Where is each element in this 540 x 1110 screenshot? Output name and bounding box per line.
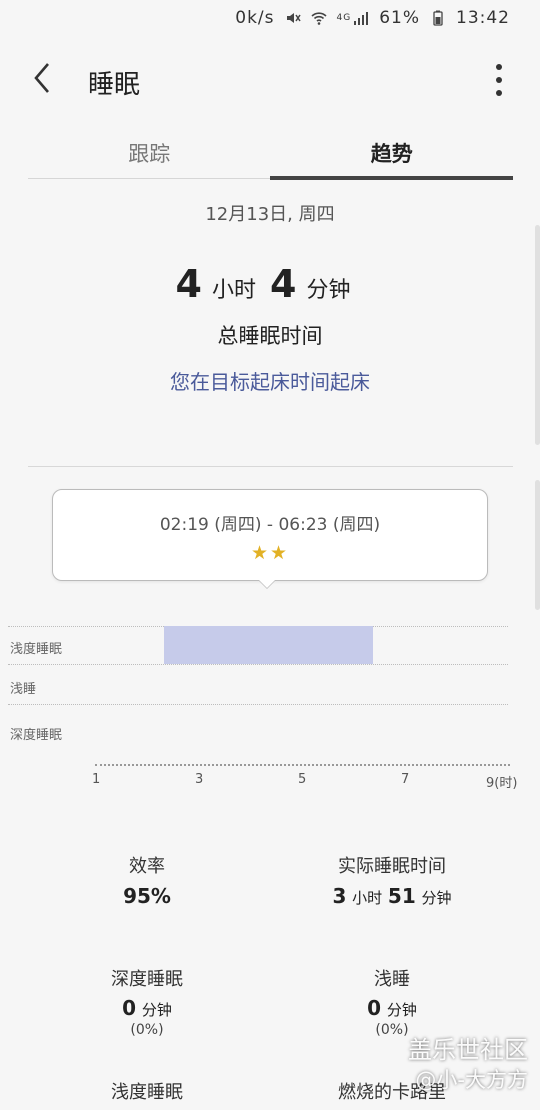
deep-unit: 分钟 xyxy=(141,1001,172,1019)
level-label-shallow: 浅度睡眠 xyxy=(10,642,63,657)
signal-icon xyxy=(354,12,369,25)
grid-line xyxy=(8,664,508,665)
deep-sleep-percent: (0%) xyxy=(130,1022,164,1038)
deep-sleep-value: 0 分钟 xyxy=(12,996,282,1020)
level-label-deep: 深度睡眠 xyxy=(10,728,63,743)
shallow-sleep-label: 浅度睡眠 xyxy=(111,1082,183,1103)
actual-sleep-label: 实际睡眠时间 xyxy=(338,856,446,877)
hours-unit: 小时 xyxy=(211,278,256,303)
tooltip-pointer xyxy=(258,579,276,588)
minutes-unit: 分钟 xyxy=(306,278,351,303)
back-arrow-icon[interactable] xyxy=(30,60,54,96)
page-title: 睡眠 xyxy=(88,70,141,100)
grid-line xyxy=(8,704,508,705)
efficiency-label: 效率 xyxy=(129,856,165,877)
wake-up-note: 您在目标起床时间起床 xyxy=(170,370,370,394)
battery-icon xyxy=(433,10,443,26)
minutes-value: 4 xyxy=(270,262,297,306)
x-axis xyxy=(95,764,510,766)
star-rating-icon: ★★ xyxy=(250,542,290,564)
deep-sleep-label: 深度睡眠 xyxy=(111,969,183,990)
date-label: 12月13日, 周四 xyxy=(205,204,335,225)
tab-active-indicator xyxy=(270,176,513,180)
efficiency-value: 95% xyxy=(12,884,282,908)
watermark-author: @小-大方方 xyxy=(415,1068,528,1092)
sleep-session-tooltip: 02:19 (周四) - 06:23 (周四) ★★ xyxy=(52,489,488,581)
actual-minutes-unit: 分钟 xyxy=(421,889,452,907)
sleep-time-range: 02:19 (周四) - 06:23 (周四) xyxy=(159,515,381,535)
actual-hours: 3 xyxy=(332,884,347,908)
network-speed: 0k/s xyxy=(235,8,275,28)
x-tick-label: 9(时) xyxy=(486,776,518,791)
clock: 13:42 xyxy=(456,8,510,28)
light-unit: 分钟 xyxy=(386,1001,417,1019)
tab-tracking[interactable]: 跟踪 xyxy=(28,130,271,180)
battery-percent: 61% xyxy=(379,8,420,28)
scrollbar[interactable] xyxy=(535,225,540,445)
sleep-segment-bar[interactable] xyxy=(164,626,373,664)
wifi-icon xyxy=(310,12,327,25)
light-minutes: 0 xyxy=(367,996,382,1020)
x-tick-label: 7 xyxy=(401,772,410,787)
mute-icon xyxy=(286,13,301,23)
watermark-title: 盖乐世社区 xyxy=(408,1036,528,1064)
hours-value: 4 xyxy=(175,262,202,306)
total-sleep-duration: 4 小时 4 分钟 xyxy=(0,262,540,306)
light-sleep-value: 0 分钟 xyxy=(257,996,527,1020)
scrollbar[interactable] xyxy=(535,480,540,610)
actual-sleep-value: 3 小时 51 分钟 xyxy=(257,884,527,908)
level-label-light: 浅睡 xyxy=(10,682,37,697)
tab-trends[interactable]: 趋势 xyxy=(271,130,514,180)
x-tick-label: 1 xyxy=(92,772,101,787)
light-sleep-label: 浅睡 xyxy=(374,969,410,990)
efficiency-number: 95% xyxy=(123,884,171,908)
total-sleep-label: 总睡眠时间 xyxy=(217,324,323,348)
actual-minutes: 51 xyxy=(387,884,416,908)
more-options-icon[interactable] xyxy=(494,64,504,96)
deep-minutes: 0 xyxy=(122,996,137,1020)
divider xyxy=(28,466,513,467)
x-tick-label: 5 xyxy=(298,772,307,787)
tab-bar: 跟踪 趋势 xyxy=(28,130,513,180)
status-bar: 0k/s 4G 61% 13:42 xyxy=(235,8,510,28)
network-type: 4G xyxy=(336,13,352,23)
actual-hours-unit: 小时 xyxy=(352,889,383,907)
x-tick-label: 3 xyxy=(195,772,204,787)
